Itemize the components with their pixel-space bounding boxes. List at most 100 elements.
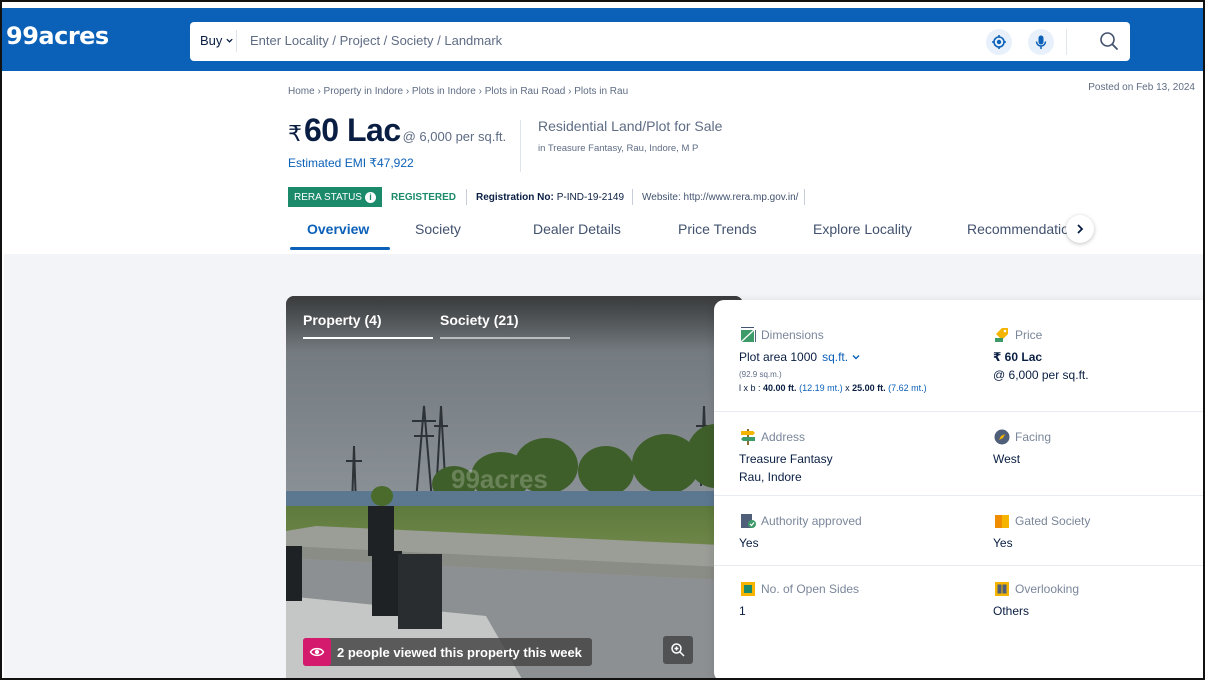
rera-website[interactable]: Website: http://www.rera.mp.gov.in/ <box>633 189 806 205</box>
price-tag-icon <box>995 328 1008 342</box>
top-header: 99acres Buy Enter Locality / Project / S… <box>2 8 1203 71</box>
plot-breadth-m: (7.62 mt.) <box>888 383 927 393</box>
buy-label: Buy <box>200 33 223 48</box>
tab-explore-locality[interactable]: Explore Locality <box>813 221 912 237</box>
plot-area-sqm: (92.9 sq.m.) <box>739 370 782 379</box>
details-row: Address Treasure Fantasy Rau, Indore Fac… <box>714 412 1203 496</box>
gated-label: Gated Society <box>1015 514 1091 528</box>
divider <box>1066 29 1067 55</box>
price-value: ₹ 60 Lac <box>993 350 1043 364</box>
open-sides-label: No. of Open Sides <box>761 582 860 596</box>
overlooking-label: Overlooking <box>1015 582 1080 596</box>
gate-icon <box>995 515 1009 528</box>
overlooking-value: Others <box>993 604 1030 618</box>
price-cell: Price ₹ 60 Lac @ 6,000 per sq.ft. <box>993 326 1089 384</box>
buy-dropdown[interactable]: Buy <box>200 33 234 48</box>
compass-icon <box>994 429 1010 445</box>
details-row: Authority approved Yes Gated Society Yes <box>714 496 1203 566</box>
tab-society-photos[interactable]: Society (21) <box>440 312 519 328</box>
active-gallery-tab-indicator <box>303 337 433 339</box>
zoom-button[interactable] <box>663 636 693 664</box>
address-line1: Treasure Fantasy <box>739 452 833 466</box>
facing-label: Facing <box>1015 430 1052 444</box>
authority-cell: Authority approved Yes <box>739 512 862 552</box>
price-label: Price <box>1015 328 1043 342</box>
plot-breadth: 25.00 ft. <box>852 383 886 393</box>
search-icon <box>1100 32 1118 50</box>
price-block: ₹ 60 Lac @ 6,000 per sq.ft. <box>288 112 506 149</box>
rera-status-badge[interactable]: RERA STATUS i <box>288 187 382 207</box>
tab-recommendations[interactable]: Recommendatio <box>967 221 1069 237</box>
estimated-emi-link[interactable]: Estimated EMI ₹47,922 <box>288 156 414 170</box>
tab-dealer-details[interactable]: Dealer Details <box>533 221 621 237</box>
zoom-in-icon <box>671 643 685 657</box>
property-details-card: Dimensions Plot area 1000 sq.ft. (92.9 s… <box>714 300 1203 678</box>
tabs-next-button[interactable] <box>1066 215 1094 243</box>
details-row: No. of Open Sides 1 Overlooking Others <box>714 566 1203 646</box>
rera-status-label: RERA STATUS <box>294 191 362 203</box>
signpost-icon <box>741 429 755 445</box>
section-tabs: Overview Society Dealer Details Price Tr… <box>288 216 1108 252</box>
chevron-down-icon[interactable] <box>851 352 861 362</box>
plot-dimensions: l x b : 40.00 ft. (12.19 mt.) x 25.00 ft… <box>739 383 927 393</box>
authority-value: Yes <box>739 536 759 550</box>
chevron-down-icon <box>226 38 234 43</box>
property-address: in Treasure Fantasy, Rau, Indore, M P <box>538 143 699 154</box>
plot-area: Plot area 1000 <box>739 350 818 364</box>
microphone-icon <box>1035 35 1047 49</box>
search-button[interactable] <box>1096 28 1122 54</box>
dimensions-label: Dimensions <box>761 328 824 342</box>
search-bar[interactable]: Buy Enter Locality / Project / Society /… <box>190 22 1130 61</box>
open-sides-icon <box>741 582 755 596</box>
gated-value: Yes <box>993 536 1013 550</box>
dimensions-icon <box>740 327 756 343</box>
active-tab-indicator <box>290 247 390 250</box>
gallery-tab-indicator <box>440 337 570 339</box>
breadcrumb[interactable]: Home › Property in Indore › Plots in Ind… <box>288 86 628 97</box>
property-type: Residential Land/Plot for Sale <box>538 118 723 134</box>
rera-registered: REGISTERED <box>382 189 467 205</box>
photo-gallery[interactable]: 99acres Property (4) Society (21) 2 peop… <box>286 296 743 678</box>
divider <box>236 30 237 52</box>
posted-date: Posted on Feb 13, 2024 <box>1088 82 1195 93</box>
tab-society[interactable]: Society <box>415 221 461 237</box>
location-target-icon <box>992 35 1006 49</box>
registration-label: Registration No: <box>476 191 554 203</box>
gated-cell: Gated Society Yes <box>993 512 1090 552</box>
open-sides-cell: No. of Open Sides 1 <box>739 580 859 620</box>
dimensions-cell: Dimensions Plot area 1000 sq.ft. (92.9 s… <box>739 326 927 393</box>
search-input[interactable]: Enter Locality / Project / Society / Lan… <box>250 33 502 48</box>
page-frame: 99acres Buy Enter Locality / Project / S… <box>0 0 1205 680</box>
lxb-label: l x b : <box>739 383 761 393</box>
voice-search-button[interactable] <box>1028 29 1054 55</box>
rera-row: RERA STATUS i REGISTERED Registration No… <box>288 187 806 207</box>
watermark: 99acres <box>451 464 548 494</box>
plot-length-m: (12.19 mt.) <box>799 383 843 393</box>
registration-number: P-IND-19-2149 <box>556 191 625 203</box>
locate-me-button[interactable] <box>986 29 1012 55</box>
price-per-sqft: @ 6,000 per sq.ft. <box>993 368 1089 382</box>
rupee-symbol: ₹ <box>288 121 302 146</box>
facing-cell: Facing West <box>993 428 1051 468</box>
overlooking-cell: Overlooking Others <box>993 580 1079 620</box>
info-icon: i <box>364 191 376 203</box>
gallery-tabs: Property (4) Society (21) <box>286 296 743 352</box>
price-amount: 60 Lac <box>304 112 401 148</box>
unit-selector[interactable]: sq.ft. <box>822 348 848 366</box>
tab-overview[interactable]: Overview <box>307 221 369 237</box>
eye-icon <box>303 638 331 666</box>
open-sides-value: 1 <box>739 604 746 618</box>
tab-property-photos[interactable]: Property (4) <box>303 312 382 328</box>
viewed-text: 2 people viewed this property this week <box>337 644 582 660</box>
logo[interactable]: 99acres <box>6 22 109 50</box>
rera-registration: Registration No: P-IND-19-2149 <box>467 189 634 205</box>
address-label: Address <box>761 430 806 444</box>
price-rate: @ 6,000 per sq.ft. <box>402 129 507 144</box>
tab-price-trends[interactable]: Price Trends <box>678 221 757 237</box>
address-line2: Rau, Indore <box>739 470 802 484</box>
approved-document-icon <box>741 514 756 528</box>
divider <box>520 120 521 172</box>
plot-length: 40.00 ft. <box>763 383 797 393</box>
chevron-right-icon <box>1077 224 1084 234</box>
details-row: Dimensions Plot area 1000 sq.ft. (92.9 s… <box>714 300 1203 412</box>
